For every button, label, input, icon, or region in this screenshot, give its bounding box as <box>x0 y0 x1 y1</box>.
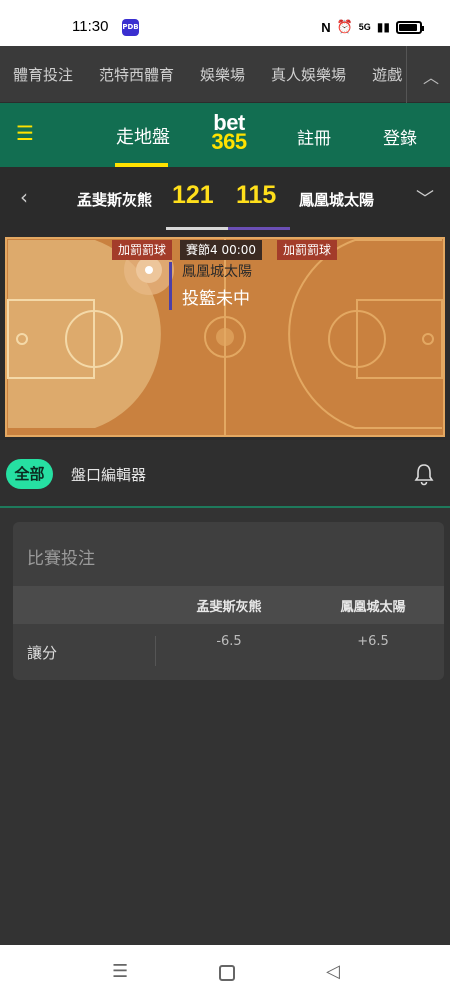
column-home-team: 孟斐斯灰熊 <box>196 600 262 615</box>
home-foul-tag: 加罰罰球 <box>112 240 173 260</box>
tab-market-editor[interactable]: 盤口編輯器 <box>71 464 146 485</box>
alarm-icon: ⏰ <box>336 19 353 34</box>
network-label: 5G <box>358 22 371 32</box>
period-clock-tag: 賽節4 00:00 <box>180 240 263 260</box>
category-casino[interactable]: 娛樂場 <box>200 64 245 85</box>
hamburger-icon[interactable]: ☰ <box>16 123 38 143</box>
away-score: 115 <box>236 181 277 209</box>
recent-apps-icon[interactable]: ☰ <box>112 961 128 982</box>
market-filter-bar: 全部 盤口編輯器 <box>0 440 450 508</box>
clock: 11:30 <box>72 18 109 35</box>
away-team-name: 鳳凰城太陽 <box>299 191 375 209</box>
match-bets-card: 比賽投注 孟斐斯灰熊 鳳凰城太陽 讓分 -6.5 +6.5 <box>13 522 444 680</box>
app-notification-icon: PDB <box>122 19 139 36</box>
event-team: 鳳凰城太陽 <box>182 264 252 280</box>
signal-icon: ▮▮ <box>376 20 390 34</box>
category-games[interactable]: 遊戲 <box>372 64 402 85</box>
category-nav: 體育投注 范特西體育 娛樂場 真人娛樂場 遊戲 ︿ <box>0 46 450 103</box>
category-fantasy[interactable]: 范特西體育 <box>99 64 174 85</box>
card-title[interactable]: 比賽投注 <box>27 544 95 569</box>
home-score: 121 <box>172 181 214 209</box>
chevron-up-icon[interactable]: ︿ <box>420 64 442 87</box>
away-handicap-selection[interactable]: +6.5 <box>302 634 444 649</box>
tab-all[interactable]: 全部 <box>6 459 53 489</box>
card-column-header: 孟斐斯灰熊 鳳凰城太陽 <box>13 586 444 624</box>
logo-text-365: 365 <box>211 129 247 154</box>
chevron-down-icon[interactable]: ﹀ <box>416 185 434 211</box>
back-icon[interactable]: ◁ <box>326 961 340 982</box>
away-foul-tag: 加罰罰球 <box>277 240 338 260</box>
battery-icon <box>396 20 424 34</box>
login-button[interactable]: 登錄 <box>383 124 417 149</box>
register-button[interactable]: 註冊 <box>297 124 331 149</box>
match-tracker-court: 加罰罰球 賽節4 00:00 加罰罰球 鳳凰城太陽 投籃未中 <box>0 230 450 440</box>
category-list: 體育投注 范特西體育 娛樂場 真人娛樂場 遊戲 <box>13 46 405 103</box>
nfc-icon: N <box>321 19 331 35</box>
system-icons: N ⏰ 5G ▮▮ <box>321 19 424 35</box>
status-bar: 11:30 PDB N ⏰ 5G ▮▮ <box>0 0 450 46</box>
category-live-casino[interactable]: 真人娛樂場 <box>271 64 346 85</box>
home-team-name: 孟斐斯灰熊 <box>77 191 153 209</box>
column-away-team: 鳳凰城太陽 <box>340 600 406 615</box>
chevron-left-icon[interactable]: ‹ <box>20 185 28 209</box>
home-icon[interactable] <box>219 965 235 981</box>
market-content: 比賽投注 孟斐斯灰熊 鳳凰城太陽 讓分 -6.5 +6.5 <box>0 508 450 945</box>
in-play-tab[interactable]: 走地盤 <box>116 123 170 149</box>
handicap-row-label: 讓分 <box>27 644 58 662</box>
bell-icon[interactable] <box>413 462 435 486</box>
category-sports[interactable]: 體育投注 <box>13 64 73 85</box>
app-header: ☰ 走地盤 bet 365 註冊 登錄 <box>0 103 450 167</box>
home-handicap-selection[interactable]: -6.5 <box>156 634 302 649</box>
scoreboard: ‹ 孟斐斯灰熊 121 115 鳳凰城太陽 ﹀ <box>0 167 450 230</box>
bet365-logo[interactable]: bet 365 <box>204 112 254 154</box>
nav-divider <box>406 46 407 103</box>
event-team-color-bar <box>169 262 172 310</box>
system-navigation-bar: ☰ ◁ <box>0 945 450 1000</box>
event-description: 投籃未中 <box>182 289 250 309</box>
